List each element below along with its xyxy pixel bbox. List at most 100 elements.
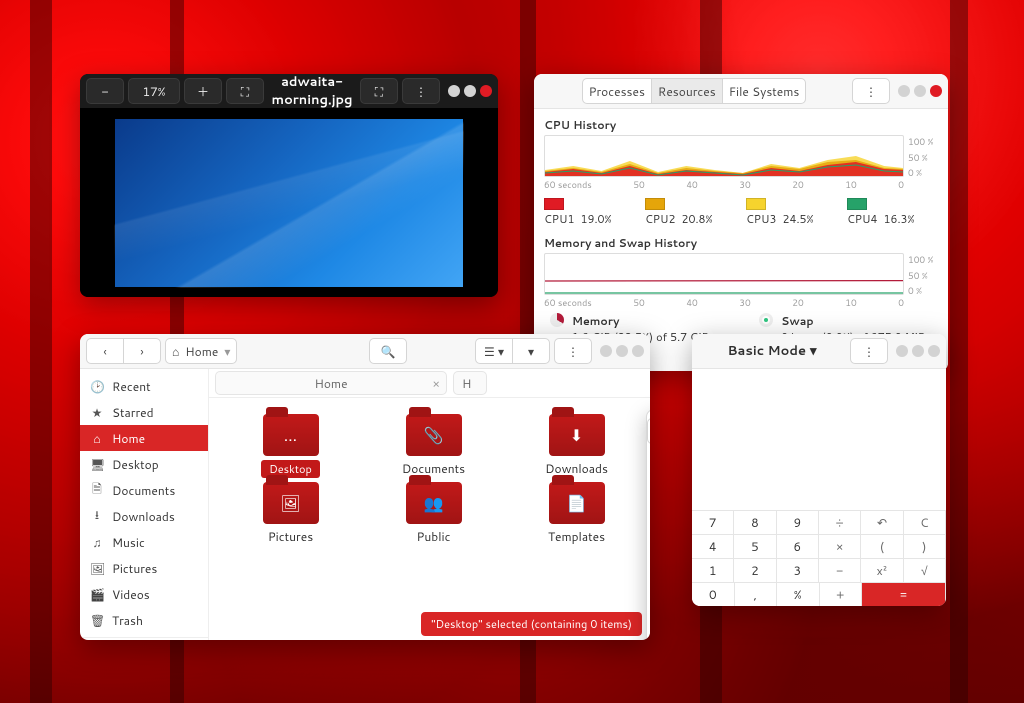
minimize-button[interactable] bbox=[600, 345, 612, 357]
sidebar-item-downloads[interactable]: ⭳Downloads bbox=[80, 503, 208, 529]
path-bar[interactable]: ⌂ Home ▾ bbox=[165, 338, 237, 364]
files-window[interactable]: ‹ › ⌂ Home ▾ 🔍 ☰ ▾ ▾ ⋮ 🕑Recent ★Starred … bbox=[80, 334, 650, 640]
folder-pictures[interactable]: 🖼 Pictures bbox=[221, 482, 360, 545]
sidebar-item-documents[interactable]: 🗎Documents bbox=[80, 477, 208, 503]
tab-processes[interactable]: Processes bbox=[582, 78, 652, 104]
sidebar-item-music[interactable]: ♫Music bbox=[80, 529, 208, 555]
tab-filesystems[interactable]: File Systems bbox=[722, 78, 807, 104]
calc-display[interactable] bbox=[692, 369, 946, 510]
memory-pie-icon bbox=[550, 313, 564, 327]
tab-resources[interactable]: Resources bbox=[651, 78, 723, 104]
close-button[interactable] bbox=[928, 345, 940, 357]
sidebar-item-starred[interactable]: ★Starred bbox=[80, 399, 208, 425]
view-options-button[interactable]: ▾ bbox=[512, 338, 550, 364]
key-2[interactable]: 2 bbox=[733, 558, 776, 583]
close-button[interactable] bbox=[632, 345, 644, 357]
sidebar-item-pictures[interactable]: 🖼Pictures bbox=[80, 555, 208, 581]
sidebar-item-desktop[interactable]: 🖥Desktop bbox=[80, 451, 208, 477]
key-9[interactable]: 9 bbox=[776, 510, 819, 535]
music-icon: ♫ bbox=[90, 534, 104, 551]
minimize-button[interactable] bbox=[896, 345, 908, 357]
folder-icon: 🖼 bbox=[263, 482, 319, 524]
viewer-title: adwaita-morning.jpg bbox=[268, 74, 356, 109]
key-sqrt[interactable]: √ bbox=[903, 558, 946, 583]
key-minus[interactable]: − bbox=[818, 558, 861, 583]
key-3[interactable]: 3 bbox=[776, 558, 819, 583]
key-4[interactable]: 4 bbox=[692, 534, 734, 559]
swap-label: Swap bbox=[781, 313, 925, 329]
key-percent[interactable]: % bbox=[776, 582, 820, 606]
mem-history-title: Memory and Swap History bbox=[544, 235, 938, 251]
monitor-body: CPU History 60 seconds50403020100 100 %5… bbox=[534, 109, 948, 371]
minimize-button[interactable] bbox=[898, 85, 910, 97]
clock-icon: 🕑 bbox=[90, 378, 104, 395]
folder-templates[interactable]: 📄 Templates bbox=[507, 482, 646, 545]
memory-label: Memory bbox=[572, 313, 709, 329]
folder-public[interactable]: 👥 Public bbox=[364, 482, 503, 545]
maximize-button[interactable] bbox=[914, 85, 926, 97]
zoom-level[interactable]: 17% bbox=[128, 78, 180, 104]
sidebar-item-trash[interactable]: 🗑Trash bbox=[80, 607, 208, 633]
key-clear[interactable]: C bbox=[903, 510, 946, 535]
image-viewer-window[interactable]: − 17% ＋ ⛶ adwaita-morning.jpg ⛶ ⋮ bbox=[80, 74, 498, 297]
files-sidebar: 🕑Recent ★Starred ⌂Home 🖥Desktop 🗎Documen… bbox=[80, 369, 209, 640]
key-undo[interactable]: ↶ bbox=[860, 510, 903, 535]
folder-downloads[interactable]: ⬇ Downloads bbox=[507, 414, 646, 478]
folder-desktop[interactable]: … Desktop bbox=[221, 414, 360, 478]
key-0[interactable]: 0 bbox=[692, 582, 735, 606]
calc-mode-selector[interactable]: Basic Mode▾ bbox=[727, 342, 816, 360]
key-equals[interactable]: = bbox=[861, 582, 946, 606]
key-7[interactable]: 7 bbox=[692, 510, 734, 535]
document-icon: 🗎 bbox=[90, 480, 104, 501]
fullscreen-button[interactable]: ⛶ bbox=[360, 78, 398, 104]
swap-ring-icon bbox=[759, 313, 773, 327]
key-1[interactable]: 1 bbox=[692, 558, 734, 583]
maximize-button[interactable] bbox=[464, 85, 476, 97]
viewer-canvas[interactable] bbox=[80, 109, 498, 297]
sidebar-item-recent[interactable]: 🕑Recent bbox=[80, 373, 208, 399]
key-divide[interactable]: ÷ bbox=[818, 510, 861, 535]
monitor-menu-button[interactable]: ⋮ bbox=[852, 78, 890, 104]
key-8[interactable]: 8 bbox=[733, 510, 776, 535]
search-button[interactable]: 🔍 bbox=[369, 338, 407, 364]
new-tab-button[interactable]: ⧉ bbox=[647, 418, 650, 444]
icon-grid[interactable]: … Desktop 📎 Documents ⬇ Downloads 🖼 Pict… bbox=[209, 398, 650, 640]
close-button[interactable] bbox=[480, 85, 492, 97]
tab-second[interactable]: H bbox=[453, 371, 487, 395]
key-rparen[interactable]: ) bbox=[903, 534, 946, 559]
sidebar-item-videos[interactable]: 🎬Videos bbox=[80, 581, 208, 607]
wallpaper-tree bbox=[30, 0, 52, 703]
forward-button[interactable]: › bbox=[123, 338, 161, 364]
close-tab-icon[interactable]: × bbox=[432, 375, 440, 392]
zoom-fit-button[interactable]: ⛶ bbox=[226, 78, 264, 104]
calculator-window[interactable]: Basic Mode▾ ⋮ 7 8 9 ÷ ↶ C 4 5 6 × bbox=[692, 334, 946, 606]
folder-label: Templates bbox=[548, 528, 605, 545]
key-square[interactable]: x² bbox=[860, 558, 903, 583]
calc-headerbar: Basic Mode▾ ⋮ bbox=[692, 334, 946, 369]
status-bar: "Desktop" selected (containing 0 items) bbox=[421, 612, 642, 636]
key-6[interactable]: 6 bbox=[776, 534, 819, 559]
key-plus[interactable]: + bbox=[819, 582, 863, 606]
tab-home[interactable]: Home× bbox=[215, 371, 447, 395]
system-monitor-window[interactable]: Processes Resources File Systems ⋮ CPU H… bbox=[534, 74, 948, 371]
folder-documents[interactable]: 📎 Documents bbox=[364, 414, 503, 478]
files-popover-menu[interactable]: ⧉👤📁 Edit ✂⧉📋 Select All Show Hidden File… bbox=[646, 409, 650, 640]
maximize-button[interactable] bbox=[616, 345, 628, 357]
view-mode-button[interactable]: ☰ ▾ bbox=[475, 338, 513, 364]
minimize-button[interactable] bbox=[448, 85, 460, 97]
home-icon: ⌂ bbox=[90, 430, 104, 447]
folder-icon: 👥 bbox=[406, 482, 462, 524]
maximize-button[interactable] bbox=[912, 345, 924, 357]
calc-menu-button[interactable]: ⋮ bbox=[850, 338, 888, 364]
viewer-menu-button[interactable]: ⋮ bbox=[402, 78, 440, 104]
key-5[interactable]: 5 bbox=[733, 534, 776, 559]
key-comma[interactable]: , bbox=[734, 582, 778, 606]
sidebar-item-home[interactable]: ⌂Home bbox=[80, 425, 208, 451]
key-lparen[interactable]: ( bbox=[860, 534, 903, 559]
back-button[interactable]: ‹ bbox=[86, 338, 124, 364]
files-menu-button[interactable]: ⋮ bbox=[554, 338, 592, 364]
zoom-out-button[interactable]: − bbox=[86, 78, 124, 104]
key-multiply[interactable]: × bbox=[818, 534, 861, 559]
zoom-in-button[interactable]: ＋ bbox=[184, 78, 222, 104]
close-button[interactable] bbox=[930, 85, 942, 97]
